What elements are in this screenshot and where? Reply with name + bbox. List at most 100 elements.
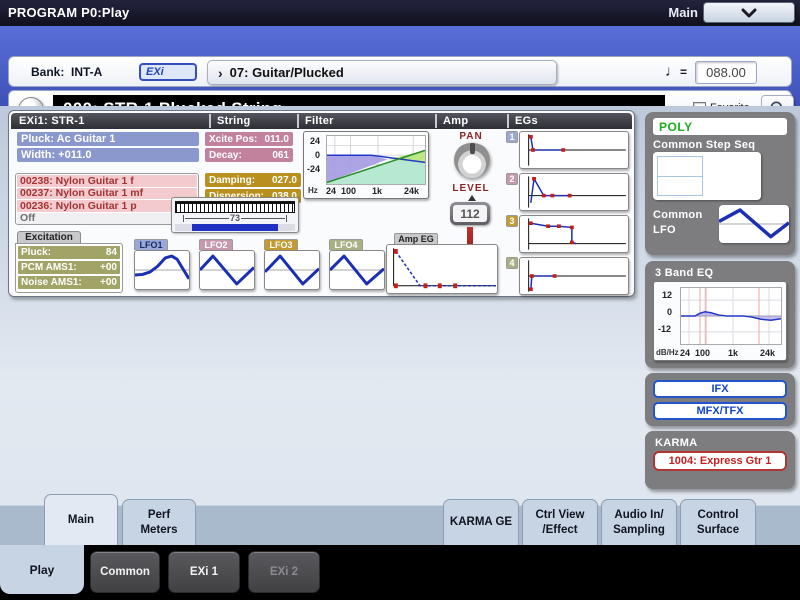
voice-panel: POLY Common Step Seq Common LFO	[645, 112, 795, 255]
width-row[interactable]: Width: +011.0	[17, 148, 199, 162]
header-divider	[435, 114, 437, 128]
lfo3-thumbnail[interactable]	[264, 250, 320, 290]
eq-panel: 3 Band EQ 12 0 -12 dB/Hz 24 100 1k 24k	[645, 261, 795, 368]
filter-axis-corner: Hz	[308, 186, 318, 195]
tempo-value-field[interactable]: 088.00	[695, 61, 757, 84]
decay-row[interactable]: Decay: 061	[205, 148, 293, 162]
eg4-number: 4	[506, 257, 518, 269]
amp-eg-curve	[396, 251, 497, 285]
sample-row-4: Off	[17, 213, 197, 225]
excitation-row-label: Pluck:	[21, 247, 51, 258]
tab-label: KARMA GE	[450, 515, 512, 530]
tab-common[interactable]: Common	[90, 551, 160, 593]
keyboard-range-widget[interactable]: 73	[171, 197, 299, 233]
tab-exi-1[interactable]: EXi 1	[168, 551, 240, 593]
tab-label: Ctrl View	[536, 508, 585, 523]
common-lfo-thumbnail[interactable]	[719, 205, 789, 243]
header-string: String	[217, 115, 251, 127]
pan-knob-notch	[470, 143, 475, 154]
eq-xtick: 24	[680, 348, 690, 358]
pluck-type-text: Pluck: Ac Guitar 1	[21, 133, 115, 145]
common-step-seq-thumbnail[interactable]	[653, 152, 761, 200]
filter-xtick: 24k	[404, 186, 419, 196]
param-label: Damping:	[209, 175, 255, 186]
eq-xtick: 100	[695, 348, 710, 358]
tab-audio-in-sampling[interactable]: Audio In/ Sampling	[601, 499, 677, 545]
eg4-thumbnail[interactable]	[519, 257, 629, 295]
level-value-box[interactable]: 112	[450, 202, 490, 225]
keyboard-range-track	[175, 224, 295, 231]
sample-row-2: 00237: Nylon Guitar 1 mf	[17, 188, 197, 200]
common-lfo-label: Common LFO	[653, 208, 713, 239]
eg2-thumbnail[interactable]	[519, 173, 629, 211]
lfo1-thumbnail[interactable]	[134, 250, 190, 290]
step-seq-grid	[657, 156, 703, 196]
page-menu-dropdown[interactable]	[703, 2, 795, 23]
eq-xtick: 1k	[728, 348, 738, 358]
eg1-thumbnail[interactable]	[519, 131, 629, 169]
pan-knob[interactable]	[454, 142, 490, 178]
tab-label: Surface	[697, 523, 739, 538]
common-lfo-wave	[719, 210, 789, 237]
damping-row[interactable]: Damping: 027.0	[205, 173, 301, 187]
bank-value[interactable]: INT-A	[71, 65, 102, 79]
tab-main[interactable]: Main	[44, 494, 118, 545]
filter-graph: 24 0 -24 Hz 24 100 1k 24k	[303, 131, 429, 199]
level-label: LEVEL	[441, 183, 501, 194]
filter-ytick: -24	[307, 164, 320, 174]
excitation-row-label: PCM AMS1:	[21, 262, 77, 273]
eq-ytick: -12	[658, 324, 671, 334]
tempo-equals: =	[680, 65, 687, 79]
eg1-number: 1	[506, 131, 518, 143]
pluck-type-row[interactable]: Pluck: Ac Guitar 1	[17, 132, 199, 146]
eg3-thumbnail[interactable]	[519, 215, 629, 253]
lfo2-thumbnail[interactable]	[199, 250, 255, 290]
excitation-row-value: 84	[106, 247, 117, 258]
karma-panel: KARMA 1004: Express Gtr 1	[645, 431, 795, 489]
tab-karma-ge[interactable]: KARMA GE	[443, 499, 519, 545]
excitation-noise-row[interactable]: Noise AMS1: +00	[18, 276, 120, 289]
excitation-pluck-row[interactable]: Pluck: 84	[18, 246, 120, 259]
keyboard-range-bracket: 73	[175, 213, 295, 223]
filter-xtick: 100	[341, 186, 356, 196]
category-select-button[interactable]: › 07: Guitar/Plucked	[207, 60, 557, 85]
tab-perf-meters[interactable]: Perf Meters	[122, 499, 196, 545]
header-filter: Filter	[305, 115, 334, 127]
ifx-button[interactable]: IFX	[653, 380, 787, 398]
karma-ge-value[interactable]: 1004: Express Gtr 1	[653, 451, 787, 471]
xcite-pos-row[interactable]: Xcite Pos: 011.0	[205, 132, 293, 146]
keyboard-range-value: 73	[230, 213, 240, 223]
filter-ytick: 0	[315, 150, 320, 160]
chevron-down-icon	[741, 8, 757, 18]
eg3-number: 3	[506, 215, 518, 227]
mfx-tfx-button[interactable]: MFX/TFX	[653, 402, 787, 420]
eg3-curve	[531, 223, 576, 243]
fx-panel: IFX MFX/TFX	[645, 373, 795, 426]
tab-play[interactable]: Play	[0, 545, 84, 594]
header-amp: Amp	[443, 115, 468, 127]
amp-eg-label: Amp EG	[394, 233, 438, 244]
level-pointer-icon	[468, 195, 476, 201]
excitation-row-value: +00	[100, 262, 117, 273]
amp-eg-thumbnail[interactable]	[386, 244, 498, 294]
eq-title: 3 Band EQ	[655, 267, 713, 279]
lfo4-thumbnail[interactable]	[329, 250, 385, 290]
tab-label: Sampling	[613, 523, 665, 538]
header-frame: Bank: INT-A EXi › 07: Guitar/Plucked ♩ =…	[0, 26, 800, 106]
bank-strip: Bank: INT-A EXi › 07: Guitar/Plucked ♩ =…	[8, 56, 792, 87]
excitation-pcm-row[interactable]: PCM AMS1: +00	[18, 261, 120, 274]
eq-graph[interactable]: 12 0 -12 dB/Hz 24 100 1k 24k	[653, 281, 787, 361]
level-value: 112	[453, 205, 487, 222]
lfo3-label: LFO3	[264, 239, 298, 250]
filter-xtick: 24	[326, 186, 336, 196]
filter-ytick: 24	[310, 136, 320, 146]
lfo1-label: LFO1	[134, 239, 168, 250]
poly-mode-indicator: POLY	[653, 118, 787, 135]
tab-label: Perf	[148, 508, 170, 523]
param-label: Decay:	[209, 150, 242, 161]
param-label: Xcite Pos:	[209, 134, 257, 145]
filter-xtick: 1k	[372, 186, 382, 196]
tab-ctrl-view-effect[interactable]: Ctrl View /Effect	[522, 499, 598, 545]
lfo2-label: LFO2	[199, 239, 233, 250]
tab-control-surface[interactable]: Control Surface	[680, 499, 756, 545]
